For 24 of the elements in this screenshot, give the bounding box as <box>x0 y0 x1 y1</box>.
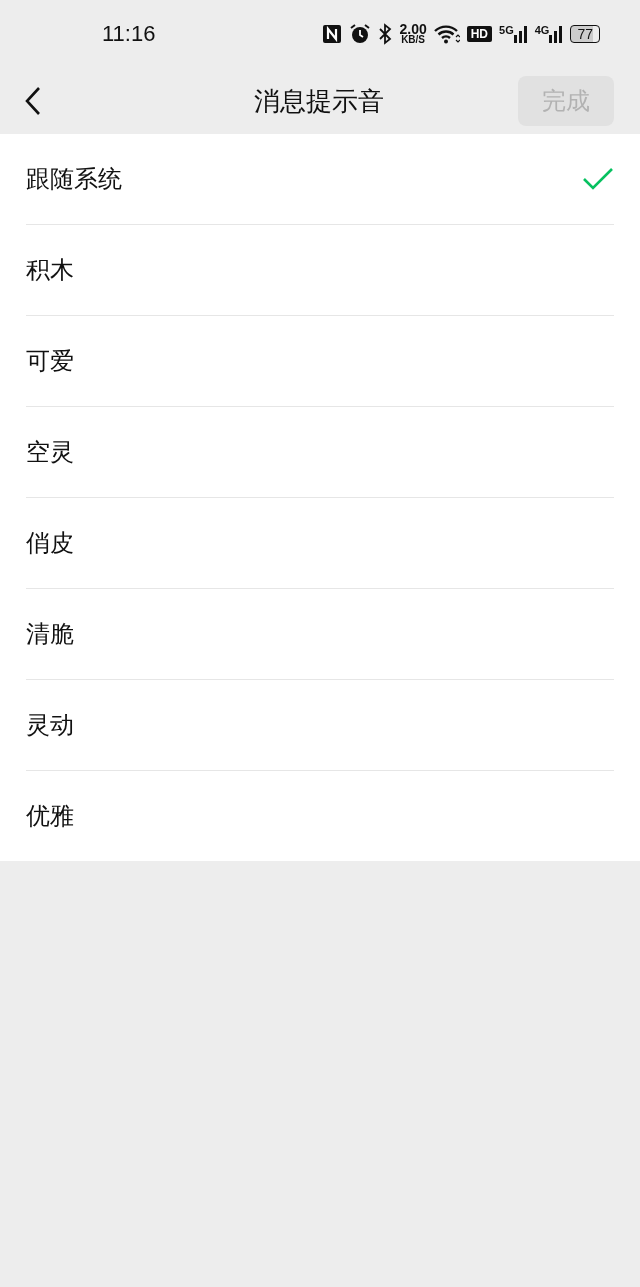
sound-option[interactable]: 积木 <box>26 224 614 315</box>
bluetooth-icon <box>378 23 393 45</box>
page-title: 消息提示音 <box>254 84 384 118</box>
wifi-icon <box>433 24 460 44</box>
signal-icon <box>513 25 528 43</box>
hd-badge: HD <box>466 26 493 42</box>
checkmark-icon <box>582 167 614 191</box>
network-speed: 2.00 <box>399 23 427 35</box>
sound-option[interactable]: 优雅 <box>26 770 614 861</box>
status-time: 11:16 <box>102 21 156 47</box>
sound-option[interactable]: 跟随系统 <box>26 134 614 224</box>
nfc-icon <box>322 24 343 44</box>
signal-icon <box>549 25 564 43</box>
speed-unit: KB/S <box>401 35 426 45</box>
sound-option[interactable]: 俏皮 <box>26 497 614 588</box>
alarm-clock-icon <box>349 23 372 45</box>
battery-level: 77 <box>570 25 600 43</box>
sound-option[interactable]: 可爱 <box>26 315 614 406</box>
sound-option[interactable]: 清脆 <box>26 588 614 679</box>
network-type: 4G <box>534 25 550 36</box>
sound-option[interactable]: 灵动 <box>26 679 614 770</box>
sound-option[interactable]: 空灵 <box>26 406 614 497</box>
back-icon[interactable] <box>24 86 42 116</box>
network-type: 5G <box>499 25 514 36</box>
